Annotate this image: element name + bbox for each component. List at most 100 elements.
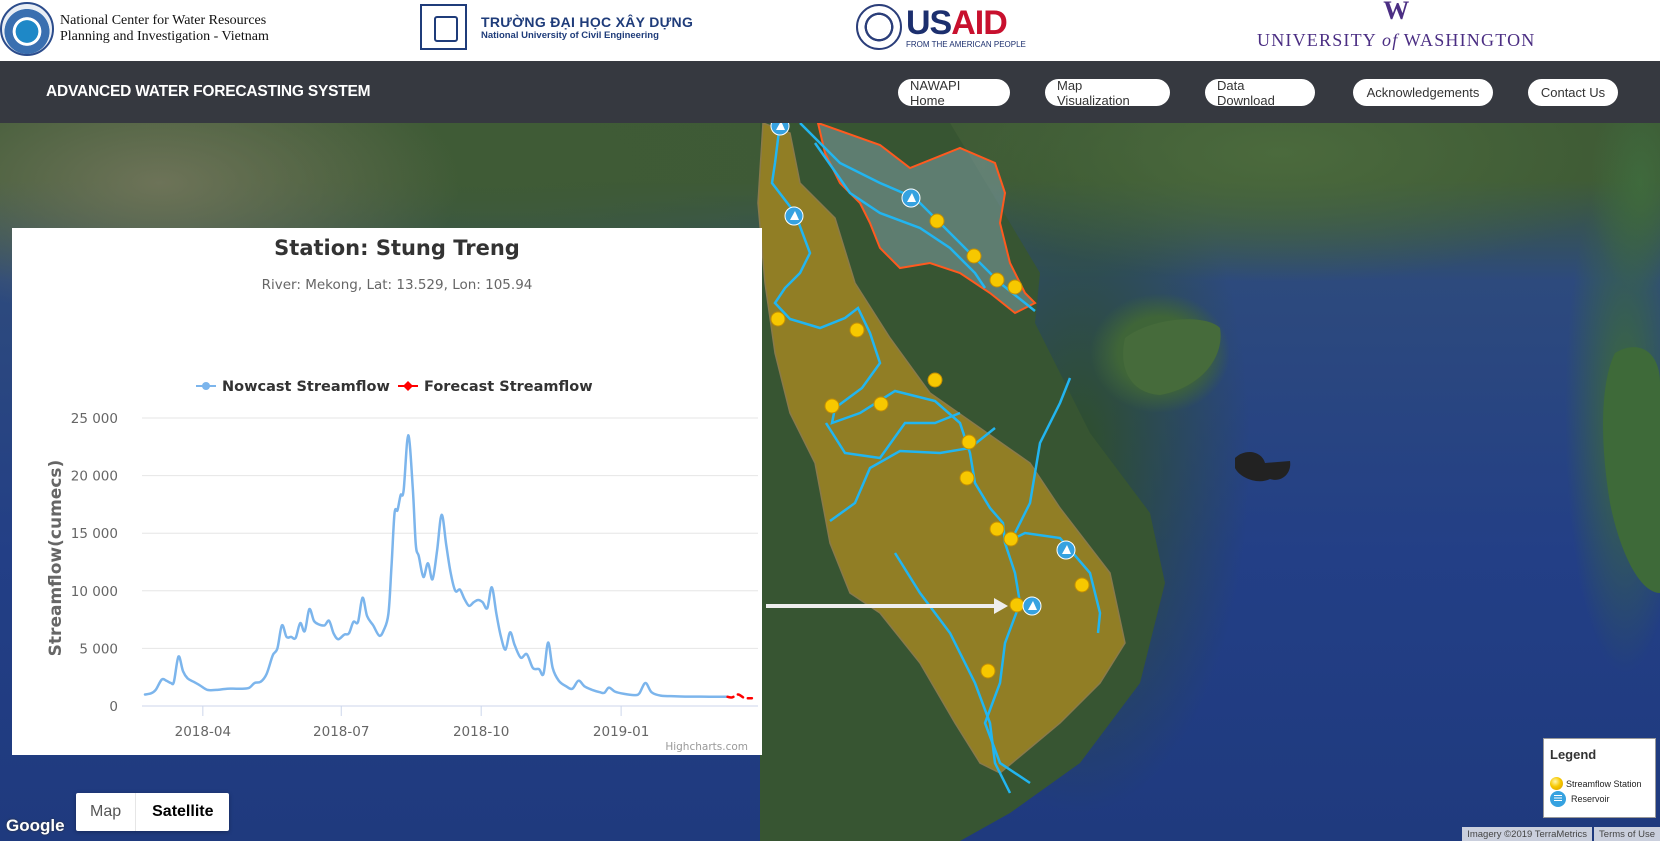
- forecast-data-point[interactable]: [735, 692, 741, 698]
- nowcast-data-point[interactable]: [550, 665, 556, 671]
- nowcast-data-point[interactable]: [612, 689, 618, 695]
- nowcast-data-point[interactable]: [484, 605, 490, 611]
- nowcast-data-point[interactable]: [649, 689, 655, 695]
- streamflow-station-marker[interactable]: [927, 372, 943, 388]
- streamflow-station-marker[interactable]: [1003, 531, 1019, 547]
- nowcast-data-point[interactable]: [171, 679, 177, 685]
- nowcast-data-point[interactable]: [246, 685, 252, 691]
- nowcast-data-point[interactable]: [416, 553, 422, 559]
- reservoir-marker[interactable]: [1022, 596, 1042, 616]
- nowcast-data-point[interactable]: [576, 678, 582, 684]
- nowcast-data-point[interactable]: [214, 687, 220, 693]
- nowcast-data-point[interactable]: [360, 595, 366, 601]
- nowcast-data-point[interactable]: [420, 574, 426, 580]
- streamflow-station-marker[interactable]: [824, 398, 840, 414]
- reservoir-marker[interactable]: [784, 206, 804, 226]
- nowcast-data-point[interactable]: [306, 606, 312, 612]
- nowcast-data-point[interactable]: [335, 636, 341, 642]
- nowcast-data-point[interactable]: [235, 686, 241, 692]
- nowcast-data-point[interactable]: [439, 512, 445, 518]
- nowcast-data-point[interactable]: [687, 694, 693, 700]
- nowcast-data-point[interactable]: [563, 683, 569, 689]
- nowcast-data-point[interactable]: [621, 691, 627, 697]
- nav-nawapi-home[interactable]: NAWAPI Home: [898, 78, 1010, 108]
- nowcast-data-point[interactable]: [530, 665, 536, 671]
- nowcast-data-point[interactable]: [252, 680, 258, 686]
- nowcast-data-point[interactable]: [430, 576, 436, 582]
- nowcast-data-point[interactable]: [489, 584, 495, 590]
- nowcast-data-point[interactable]: [434, 548, 440, 554]
- nowcast-data-point[interactable]: [197, 682, 203, 688]
- nowcast-data-point[interactable]: [405, 432, 411, 438]
- streamflow-station-marker[interactable]: [961, 434, 977, 450]
- nowcast-data-point[interactable]: [536, 666, 542, 672]
- nowcast-data-point[interactable]: [224, 686, 230, 692]
- nowcast-data-point[interactable]: [706, 694, 712, 700]
- nav-map-visualization[interactable]: Map Visualization: [1045, 78, 1170, 108]
- nowcast-data-point[interactable]: [480, 599, 486, 605]
- nowcast-data-point[interactable]: [191, 679, 197, 685]
- nowcast-data-point[interactable]: [388, 565, 394, 571]
- streamflow-station-marker[interactable]: [989, 272, 1005, 288]
- nowcast-data-point[interactable]: [507, 629, 513, 635]
- nowcast-data-point[interactable]: [671, 693, 677, 699]
- nowcast-data-point[interactable]: [176, 654, 182, 660]
- nowcast-data-point[interactable]: [258, 679, 264, 685]
- terms-of-use-link[interactable]: Terms of Use: [1594, 827, 1660, 841]
- nowcast-data-point[interactable]: [582, 683, 588, 689]
- nowcast-data-point[interactable]: [541, 671, 547, 677]
- forecast-data-point[interactable]: [729, 694, 735, 700]
- nowcast-data-point[interactable]: [425, 560, 431, 566]
- legend-item-forecast[interactable]: Forecast Streamflow: [398, 379, 593, 395]
- forecast-data-point[interactable]: [741, 695, 747, 701]
- nowcast-data-point[interactable]: [503, 647, 509, 653]
- nowcast-data-point[interactable]: [381, 627, 387, 633]
- nowcast-data-point[interactable]: [569, 686, 575, 692]
- nuce-logo[interactable]: TRƯỜNG ĐẠI HỌC XÂY DỰNG National Univers…: [420, 4, 693, 50]
- uw-logo[interactable]: W UNIVERSITY of WASHINGTON: [1257, 0, 1535, 51]
- nowcast-data-point[interactable]: [364, 613, 370, 619]
- nowcast-data-point[interactable]: [315, 621, 321, 627]
- reservoir-marker[interactable]: [901, 188, 921, 208]
- streamflow-station-marker[interactable]: [929, 213, 945, 229]
- nowcast-data-point[interactable]: [601, 690, 607, 696]
- usaid-logo[interactable]: USAID FROM THE AMERICAN PEOPLE: [856, 4, 1026, 50]
- nowcast-data-point[interactable]: [518, 655, 524, 661]
- nav-data-download[interactable]: Data Download: [1205, 78, 1315, 108]
- nowcast-data-point[interactable]: [302, 628, 308, 634]
- nowcast-data-point[interactable]: [658, 693, 664, 699]
- nowcast-data-point[interactable]: [413, 542, 419, 548]
- nowcast-data-point[interactable]: [279, 622, 285, 628]
- streamflow-station-marker[interactable]: [1074, 577, 1090, 593]
- nowcast-data-point[interactable]: [545, 640, 551, 646]
- nowcast-data-point[interactable]: [270, 652, 276, 658]
- nowcast-data-point[interactable]: [153, 687, 159, 693]
- nowcast-data-point[interactable]: [498, 634, 504, 640]
- streamflow-station-marker[interactable]: [770, 311, 786, 327]
- nowcast-data-point[interactable]: [524, 651, 530, 657]
- nav-acknowledgements[interactable]: Acknowledgements: [1353, 79, 1493, 106]
- nowcast-data-point[interactable]: [448, 571, 454, 577]
- streamflow-station-marker[interactable]: [1009, 597, 1025, 613]
- nowcast-data-point[interactable]: [293, 635, 299, 641]
- nowcast-data-point[interactable]: [180, 668, 186, 674]
- nowcast-data-point[interactable]: [401, 488, 407, 494]
- nowcast-series-line[interactable]: [143, 434, 729, 699]
- map-type-map-button[interactable]: Map: [76, 793, 137, 831]
- streamflow-station-marker[interactable]: [849, 322, 865, 338]
- nowcast-data-point[interactable]: [457, 587, 463, 593]
- nowcast-data-point[interactable]: [385, 611, 391, 617]
- nav-contact-us[interactable]: Contact Us: [1528, 79, 1618, 106]
- nowcast-data-point[interactable]: [461, 596, 467, 602]
- nowcast-data-point[interactable]: [274, 645, 280, 651]
- site-title[interactable]: ADVANCED WATER FORECASTING SYSTEM: [46, 83, 371, 101]
- nowcast-data-point[interactable]: [395, 507, 401, 513]
- nowcast-data-point[interactable]: [331, 630, 337, 636]
- nowcast-data-point[interactable]: [346, 630, 352, 636]
- nowcast-data-point[interactable]: [322, 622, 328, 628]
- nowcast-data-point[interactable]: [142, 692, 148, 698]
- reservoir-marker[interactable]: [1056, 540, 1076, 560]
- streamflow-station-marker[interactable]: [989, 521, 1005, 537]
- legend-item-nowcast[interactable]: Nowcast Streamflow: [196, 379, 390, 395]
- nawapi-logo[interactable]: National Center for Water Resources Plan…: [0, 2, 269, 56]
